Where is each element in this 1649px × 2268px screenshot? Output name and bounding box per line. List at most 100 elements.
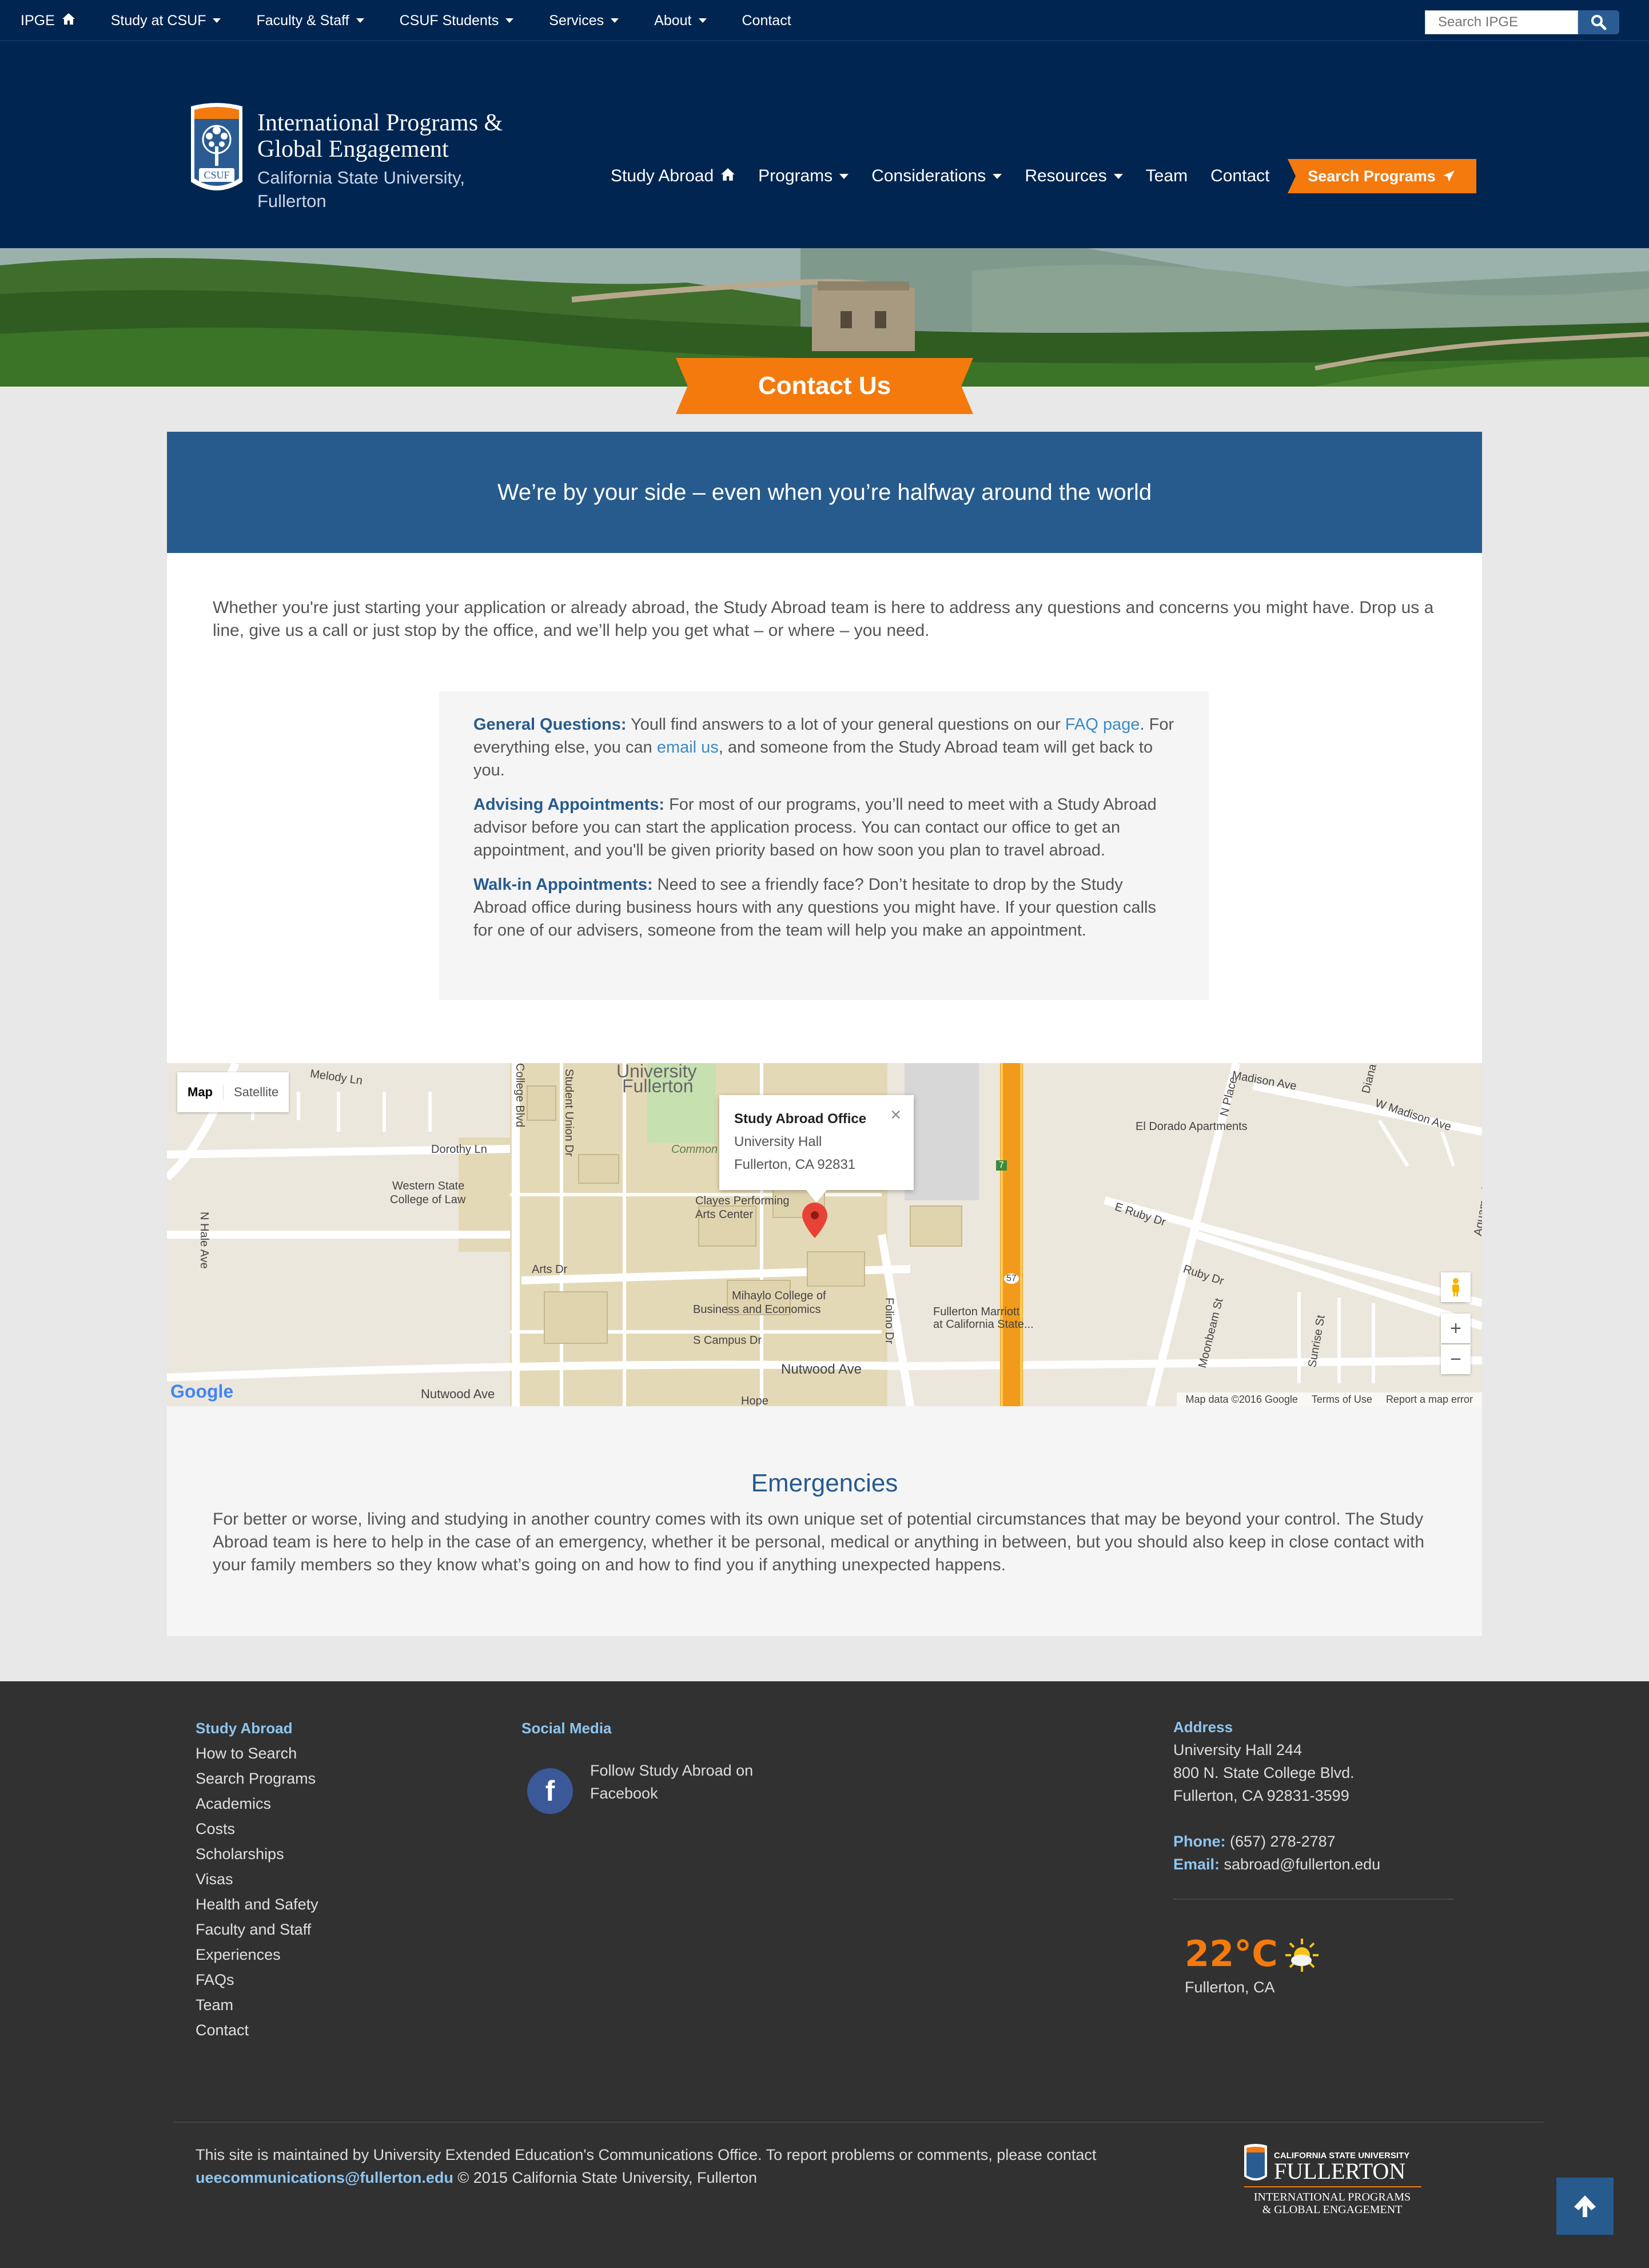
page-title: Contact Us: [758, 372, 891, 400]
footer-link[interactable]: Faculty and Staff: [196, 1917, 318, 1942]
facebook-link[interactable]: Follow Study Abroad on Facebook: [590, 1759, 796, 1805]
caret-down-icon: [505, 18, 514, 23]
nav-contact[interactable]: Contact: [1210, 166, 1269, 186]
map-place-label: Arts Center: [695, 1208, 754, 1221]
phone-number[interactable]: (657) 278-2787: [1226, 1833, 1336, 1850]
nav-team[interactable]: Team: [1146, 166, 1188, 186]
contact-info-box: General Questions: Youll find answers to…: [439, 691, 1209, 1000]
weather-city: Fullerton, CA: [1185, 1979, 1275, 1996]
topnav-item-study-at-csuf[interactable]: Study at CSUF: [111, 13, 221, 29]
caret-down-icon: [213, 18, 221, 23]
topnav-item-csuf-students[interactable]: CSUF Students: [400, 13, 514, 29]
footer-link[interactable]: FAQs: [196, 1967, 318, 1992]
map-report-link[interactable]: Report a map error: [1386, 1394, 1473, 1406]
nav-programs[interactable]: Programs: [758, 166, 849, 186]
top-utility-bar: IPGE Study at CSUF Faculty & Staff CSUF …: [0, 0, 1649, 41]
map-place-label: Western State: [392, 1180, 465, 1192]
walkin-label: Walk-in Appointments:: [473, 876, 653, 894]
footer-heading: Address: [1173, 1718, 1233, 1736]
topnav-label: About: [654, 12, 692, 29]
caret-down-icon: [839, 173, 849, 179]
nav-study-abroad[interactable]: Study Abroad: [611, 166, 735, 186]
advising-appointments: Advising Appointments: For most of our p…: [473, 793, 1174, 862]
map-place-label: Fullerton: [622, 1076, 694, 1096]
email-line: Email: sabroad@fullerton.edu: [1173, 1853, 1380, 1876]
footer-link[interactable]: Visas: [196, 1867, 318, 1892]
map-street-label: Arts Dr: [532, 1263, 568, 1276]
topnav-item-services[interactable]: Services: [549, 13, 619, 29]
footer-link[interactable]: Contact: [196, 2018, 318, 2043]
ipge-search-input[interactable]: [1425, 10, 1578, 34]
nav-label: Team: [1145, 166, 1188, 185]
info-window-title: Study Abroad Office: [734, 1111, 867, 1127]
topnav-item-faculty-staff[interactable]: Faculty & Staff: [256, 13, 364, 29]
email-us-link[interactable]: email us: [657, 738, 719, 757]
footer-link[interactable]: Team: [196, 1992, 318, 2018]
footer-link[interactable]: Experiences: [196, 1942, 318, 1967]
map-info-window: × Study Abroad Office University Hall Fu…: [719, 1095, 914, 1190]
faq-link[interactable]: FAQ page: [1065, 715, 1140, 734]
copyright-text: This site is maintained by University Ex…: [196, 2146, 1097, 2163]
topnav-label: Faculty & Staff: [256, 12, 349, 29]
caret-down-icon: [993, 173, 1002, 179]
topnav-item-ipge[interactable]: IPGE: [21, 13, 75, 29]
svg-text:INTERNATIONAL PROGRAMS: INTERNATIONAL PROGRAMS: [1254, 2191, 1411, 2203]
copyright: This site is maintained by University Ex…: [196, 2143, 1156, 2189]
zoom-out-icon[interactable]: −: [1441, 1344, 1471, 1374]
brand-title-line: Global Engagement: [257, 136, 449, 162]
map-place-label: Common: [671, 1143, 718, 1156]
footer-rule: [174, 2122, 1544, 2123]
communications-email-link[interactable]: ueecommunications@fullerton.edu: [196, 2169, 453, 2186]
info-window-tail: [806, 1190, 827, 1203]
map-type-map[interactable]: Map: [177, 1085, 224, 1100]
map-type-satellite[interactable]: Satellite: [224, 1085, 289, 1100]
map-place-label: Fullerton Marriott: [933, 1306, 1020, 1318]
home-icon: [720, 166, 735, 186]
footer-link[interactable]: Academics: [196, 1791, 318, 1816]
email-address[interactable]: sabroad@fullerton.edu: [1220, 1856, 1381, 1873]
map-street-label: Nutwood Ave: [421, 1387, 495, 1401]
google-map[interactable]: Map Satellite Melody Ln University Fulle…: [167, 1063, 1482, 1406]
caret-down-icon: [611, 18, 619, 23]
map-terms-link[interactable]: Terms of Use: [1312, 1394, 1372, 1406]
map-place-label: at California State...: [933, 1318, 1034, 1331]
topnav-item-about[interactable]: About: [654, 12, 707, 29]
ipge-search-button[interactable]: [1578, 10, 1619, 34]
pegman-icon[interactable]: [1441, 1272, 1471, 1302]
topnav-label: Study at CSUF: [110, 12, 206, 29]
home-icon: [62, 13, 75, 29]
emergencies-text: For better or worse, living and studying…: [213, 1510, 1425, 1574]
footer-link[interactable]: How to Search: [196, 1741, 318, 1766]
svg-text:FULLERTON: FULLERTON: [1274, 2158, 1405, 2184]
footer-link[interactable]: Search Programs: [196, 1766, 318, 1791]
nav-label: Resources: [1025, 166, 1107, 185]
brand-title[interactable]: International Programs & Global Engageme…: [257, 110, 555, 162]
fullerton-ipge-logo[interactable]: CALIFORNIA STATE UNIVERSITY FULLERTON IN…: [1241, 2143, 1424, 2223]
footer-heading: Social Media: [521, 1720, 612, 1737]
brand-sub-line: California State University,: [257, 168, 465, 188]
general-questions-text: Youll find answers to a lot of your gene…: [626, 715, 1065, 734]
map-street-label: Dorothy Ln: [431, 1143, 487, 1156]
footer-link[interactable]: Health and Safety: [196, 1892, 318, 1917]
zoom-in-icon[interactable]: +: [1441, 1314, 1471, 1343]
tagline-banner: We’re by your side – even when you’re ha…: [167, 432, 1482, 553]
nav-considerations[interactable]: Considerations: [871, 166, 1002, 186]
map-place-label: College of Law: [390, 1193, 466, 1206]
nav-resources[interactable]: Resources: [1025, 166, 1123, 186]
csuf-logo[interactable]: CSUF: [189, 102, 245, 198]
footer-link[interactable]: Costs: [196, 1816, 318, 1841]
facebook-icon[interactable]: f: [527, 1768, 573, 1814]
plane-icon: [1443, 170, 1455, 182]
footer-social: Social Media: [521, 1716, 612, 1741]
svg-text:& GLOBAL ENGAGEMENT: & GLOBAL ENGAGEMENT: [1262, 2203, 1403, 2216]
caret-down-icon: [698, 18, 707, 23]
footer-divider: [1173, 1899, 1453, 1900]
topnav-item-contact[interactable]: Contact: [742, 13, 791, 29]
search-programs-button[interactable]: Search Programs: [1288, 159, 1476, 193]
footer-link[interactable]: Scholarships: [196, 1841, 318, 1867]
close-icon[interactable]: ×: [890, 1103, 901, 1126]
advising-label: Advising Appointments:: [473, 795, 665, 814]
highway-exit-shield: 7: [996, 1160, 1007, 1171]
map-street-label: S Campus Dr: [693, 1334, 762, 1347]
back-to-top-button[interactable]: [1556, 2178, 1614, 2235]
